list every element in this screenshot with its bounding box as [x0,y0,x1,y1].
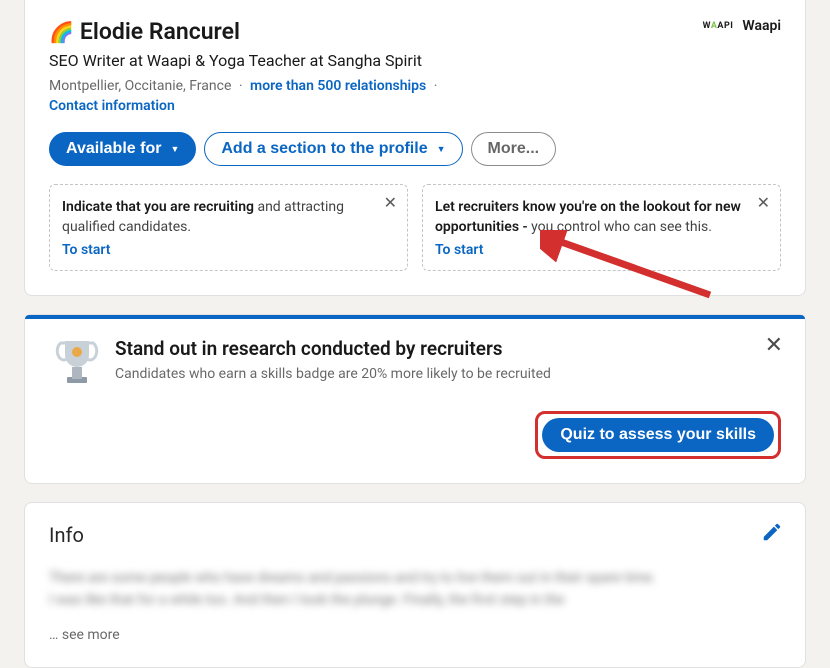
name-row: 🌈 Elodie Rancurel [49,18,441,45]
info-section-card: Info There are some people who have drea… [24,502,806,668]
close-icon[interactable]: ✕ [384,193,397,212]
skills-promo-card: ✕ Stand out in research conducted by rec… [24,314,806,484]
company-name: Waapi [742,18,781,34]
add-section-button[interactable]: Add a section to the profile [204,132,462,166]
profile-headline: SEO Writer at Waapi & Yoga Teacher at Sa… [49,51,441,70]
separator-dot: · [239,78,243,94]
action-button-row: Available for Add a section to the profi… [49,132,781,166]
close-icon[interactable]: ✕ [757,193,770,212]
promo-body: Stand out in research conducted by recru… [25,319,805,411]
relationships-link[interactable]: more than 500 relationships [250,78,426,94]
profile-name: Elodie Rancurel [80,18,240,45]
company-logo: WAAPI [703,21,734,31]
see-more-link[interactable]: … see more [49,627,781,643]
profile-location: Montpellier, Occitanie, France [49,78,231,94]
profile-meta: Montpellier, Occitanie, France · more th… [49,78,441,94]
promo-title: Stand out in research conducted by recru… [115,337,781,360]
profile-header-row: 🌈 Elodie Rancurel SEO Writer at Waapi & … [49,18,781,114]
trophy-icon [49,337,105,387]
annotation-highlight-box: Quiz to assess your skills [535,411,781,459]
recruiting-bold: Indicate that you are recruiting [62,199,254,215]
profile-identity: 🌈 Elodie Rancurel SEO Writer at Waapi & … [49,18,441,114]
separator-dot: · [434,78,438,94]
company-row[interactable]: WAAPI Waapi [703,18,781,34]
more-button[interactable]: More... [471,132,557,166]
rainbow-emoji: 🌈 [49,20,74,44]
lookout-start-link[interactable]: To start [435,242,483,258]
edit-pencil-icon[interactable] [761,521,783,547]
recruiting-start-link[interactable]: To start [62,242,110,258]
info-section-title: Info [49,523,781,547]
quiz-button-wrap: Quiz to assess your skills [25,411,805,483]
available-for-button[interactable]: Available for [49,132,196,166]
contact-info-link[interactable]: Contact information [49,98,175,114]
recruiting-box[interactable]: ✕ Indicate that you are recruiting and a… [49,184,408,271]
close-icon[interactable]: ✕ [765,333,783,358]
promo-text: Stand out in research conducted by recru… [115,337,781,382]
lookout-box[interactable]: ✕ Let recruiters know you're on the look… [422,184,781,271]
promo-subtitle: Candidates who earn a skills badge are 2… [115,366,781,382]
info-blurred-text: There are some people who have dreams an… [49,567,781,612]
quiz-skills-button[interactable]: Quiz to assess your skills [542,418,774,452]
open-to-boxes: ✕ Indicate that you are recruiting and a… [49,184,781,271]
profile-card: 🌈 Elodie Rancurel SEO Writer at Waapi & … [24,0,806,296]
lookout-rest: you control who can see this. [528,219,712,235]
